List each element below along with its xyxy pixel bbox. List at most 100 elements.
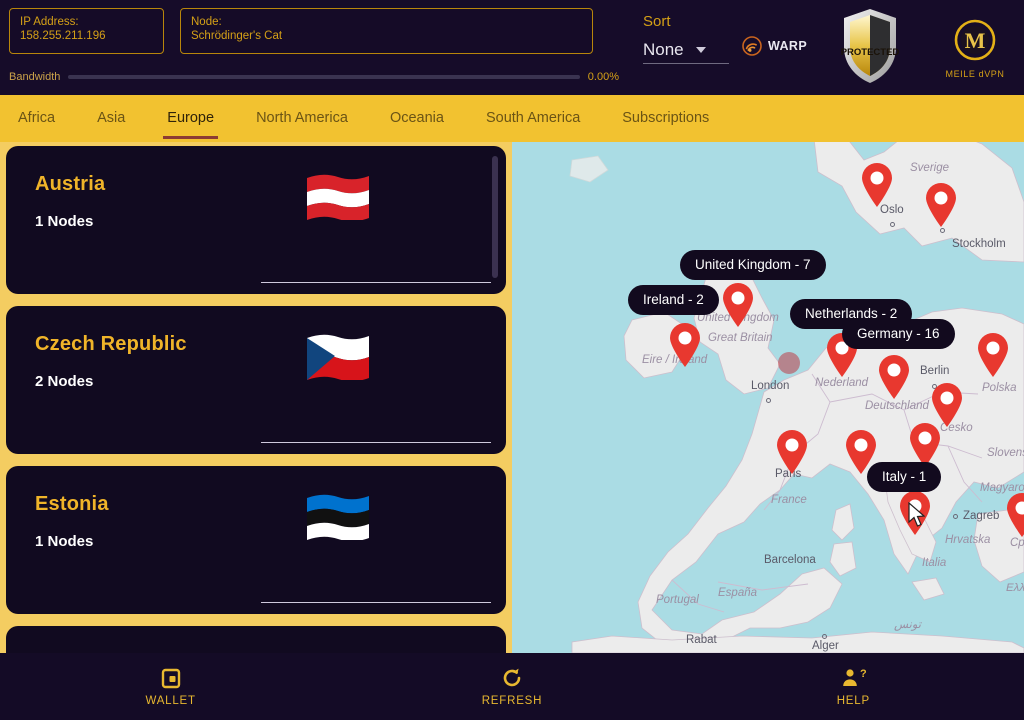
map-label-zagreb: Zagreb (963, 510, 1000, 522)
france-node-pin[interactable] (775, 429, 809, 475)
protected-shield-label: PROTECTED (841, 47, 900, 58)
sort-selected-value: None (643, 40, 684, 59)
city-dot-icon (940, 228, 945, 233)
wallet-icon (161, 668, 180, 689)
germany-node-pin[interactable] (877, 354, 911, 400)
help-question-mark: ? (860, 668, 866, 680)
tab-south-america[interactable]: South America (486, 98, 580, 139)
map-label-espana: España (718, 587, 758, 599)
app-root: IP Address: 158.255.211.196 Node: Schröd… (0, 0, 1024, 720)
map-label-berlin: Berlin (920, 365, 950, 377)
nav-wallet-label: WALLET (145, 695, 196, 707)
continent-tab-bar: Africa Asia Europe North America Oceania… (0, 95, 1024, 142)
country-card-czech-republic[interactable]: Czech Republic 2 Nodes (6, 306, 506, 454)
london-highlight-dot (778, 352, 800, 374)
ip-address-label: IP Address: (20, 16, 79, 28)
map-label-portugal: Portugal (656, 594, 699, 606)
bandwidth-progress-bar (68, 75, 580, 79)
tab-label: North America (256, 110, 348, 126)
nav-refresh-label: REFRESH (481, 695, 543, 707)
nav-refresh[interactable]: REFRESH (341, 653, 682, 720)
tooltip-united-kingdom: United Kingdom - 7 (680, 250, 826, 280)
country-name: Estonia (35, 493, 109, 515)
country-list-scrollbar[interactable] (492, 156, 498, 278)
refresh-icon (503, 668, 521, 687)
sweden-node-pin[interactable] (924, 182, 958, 228)
sort-dropdown[interactable]: None (643, 40, 729, 64)
chevron-down-icon (695, 47, 706, 53)
map-label-tunis: تونس (894, 619, 922, 631)
tooltip-italy: Italy - 1 (867, 462, 942, 492)
country-node-count: 1 Nodes (35, 533, 94, 550)
node-location-map[interactable]: Sverige Oslo Stockholm United Kingdom Gr… (512, 142, 1024, 653)
meile-dvpn-logo: M MEILE dVPN (940, 18, 1010, 79)
nav-help-label: HELP (836, 695, 870, 707)
tab-label: Europe (167, 110, 215, 126)
mouse-cursor (908, 502, 926, 527)
ireland-node-pin[interactable] (668, 322, 702, 368)
estonia-flag-icon (307, 494, 369, 540)
city-dot-icon (766, 398, 771, 403)
tab-europe[interactable]: Europe (163, 98, 218, 139)
country-card-estonia[interactable]: Estonia 1 Nodes (6, 466, 506, 614)
meile-brand-name: MEILE dVPN (945, 69, 1005, 79)
map-label-sverige: Sverige (910, 162, 949, 174)
tab-asia[interactable]: Asia (97, 98, 125, 139)
city-dot-icon (822, 634, 827, 639)
sort-label: Sort (643, 13, 671, 30)
sort-control[interactable]: Sort None (643, 12, 729, 64)
node-value: Schrödinger's Cat (191, 30, 283, 42)
norway-node-pin[interactable] (860, 162, 894, 208)
tab-africa[interactable]: Africa (18, 98, 55, 139)
greece-node-pin[interactable] (1005, 492, 1024, 538)
warp-indicator[interactable]: WARP (742, 36, 807, 56)
czech-republic-flag-icon (307, 334, 369, 380)
card-divider (261, 282, 491, 283)
map-label-stockholm: Stockholm (952, 238, 1006, 250)
meile-logo-icon: M (954, 19, 996, 61)
card-divider (261, 602, 491, 603)
tab-oceania[interactable]: Oceania (390, 98, 444, 139)
card-divider (261, 442, 491, 443)
ip-address-value: 158.255.211.196 (20, 30, 106, 42)
map-label-srbija: Срби (1010, 537, 1024, 549)
warp-label: WARP (768, 39, 808, 53)
bandwidth-percent: 0.00% (587, 71, 619, 83)
map-label-hrvatska: Hrvatska (945, 534, 991, 546)
country-list[interactable]: Austria 1 Nodes Czech Republic 2 Nodes E… (0, 142, 512, 653)
country-node-count: 2 Nodes (35, 373, 94, 390)
tooltip-germany: Germany - 16 (842, 319, 955, 349)
map-label-alger: Alger (812, 640, 839, 652)
tab-north-america[interactable]: North America (256, 98, 348, 139)
country-name: Austria (35, 173, 106, 195)
tab-label: Asia (97, 110, 126, 126)
bandwidth-label: Bandwidth (9, 71, 61, 83)
poland-node-pin[interactable] (976, 332, 1010, 378)
country-card-austria[interactable]: Austria 1 Nodes (6, 146, 506, 294)
warp-icon (742, 36, 762, 56)
tab-label: Oceania (389, 110, 444, 126)
map-label-italia: Italia (922, 557, 947, 569)
map-label-nederland: Nederland (815, 377, 869, 389)
help-person-icon: ? (843, 668, 866, 686)
map-label-slovensko: Slovensko (987, 447, 1024, 459)
nav-wallet[interactable]: WALLET (0, 653, 341, 720)
nav-help[interactable]: ? HELP (683, 653, 1024, 720)
meile-logo-mark: M (965, 28, 986, 53)
city-dot-icon (953, 514, 958, 519)
node-label: Node: (191, 16, 222, 28)
country-card-next[interactable] (6, 626, 506, 653)
map-label-great-britain: Great Britain (708, 332, 773, 344)
tab-label: Africa (18, 110, 56, 126)
top-status-bar: IP Address: 158.255.211.196 Node: Schröd… (0, 0, 1024, 95)
tab-subscriptions[interactable]: Subscriptions (622, 98, 709, 139)
bottom-navigation-bar: WALLET REFRESH ? HELP (0, 653, 1024, 720)
map-label-polska: Polska (982, 382, 1017, 394)
node-box: Node: Schrödinger's Cat (180, 8, 593, 54)
map-label-barcelona: Barcelona (764, 554, 816, 566)
map-label-rabat: Rabat (686, 634, 717, 646)
tab-label: South America (485, 110, 581, 126)
country-node-count: 1 Nodes (35, 213, 94, 230)
city-dot-icon (890, 222, 895, 227)
united-kingdom-node-pin[interactable] (721, 282, 755, 328)
